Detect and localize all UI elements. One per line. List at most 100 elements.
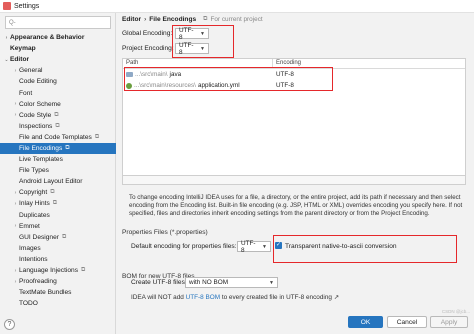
cancel-button[interactable]: Cancel [387, 316, 427, 328]
encoding-help-text: To change encoding IntelliJ IDEA uses fo… [129, 194, 463, 217]
breadcrumb: Editor › File Encodings ⧉ For current pr… [122, 16, 263, 23]
sidebar-item-label: General [19, 67, 43, 75]
help-icon[interactable]: ? [4, 319, 15, 330]
watermark: CSDN @jcb... [441, 309, 470, 314]
sidebar-item-todo[interactable]: TODO [0, 298, 116, 309]
sidebar-item-label: Language Injections [19, 267, 79, 275]
sidebar-item-label: Inspections [19, 122, 53, 130]
chevron-right-icon[interactable]: › [3, 35, 10, 41]
chevron-right-icon[interactable]: › [12, 190, 19, 196]
chevron-down-icon: ▼ [262, 243, 267, 250]
intellij-app-icon [3, 2, 11, 10]
sidebar-item-label: Code Editing [19, 78, 57, 86]
sidebar-item-android-layout-editor[interactable]: Android Layout Editor [0, 176, 116, 187]
chevron-right-icon[interactable]: › [12, 68, 19, 74]
sidebar-item-intentions[interactable]: Intentions [0, 254, 116, 265]
sidebar-item-gui-designer[interactable]: GUI Designer ⧉ [0, 232, 116, 243]
create-utf8-label: Create UTF-8 files: [131, 279, 187, 286]
chevron-down-icon: ▼ [269, 279, 274, 286]
sidebar-item-label: Color Scheme [19, 100, 61, 108]
highlight-box [124, 67, 333, 91]
sidebar-item-inspections[interactable]: Inspections ⧉ [0, 121, 116, 132]
properties-section-title: Properties Files (*.properties) [122, 229, 208, 236]
breadcrumb-separator-icon: › [144, 16, 147, 23]
chevron-right-icon[interactable]: › [12, 279, 19, 285]
sidebar-item-label: Live Templates [19, 156, 63, 164]
sidebar-item-language-injections[interactable]: › Language Injections ⧉ [0, 265, 116, 276]
sidebar-item-label: File Types [19, 167, 49, 175]
sidebar-item-label: Inlay Hints [19, 200, 50, 208]
sidebar-item-textmate-bundles[interactable]: TextMate Bundles [0, 287, 116, 298]
sidebar-item-copyright[interactable]: › Copyright ⧉ [0, 187, 116, 198]
sidebar-item-font[interactable]: Font [0, 87, 116, 98]
sidebar-item-label: Copyright [19, 189, 48, 197]
chevron-right-icon[interactable]: › [12, 201, 19, 207]
sidebar-item-label: GUI Designer [19, 233, 59, 241]
sidebar-item-label: Font [19, 89, 33, 97]
sidebar-item-label: Editor [10, 56, 30, 64]
sidebar-item-color-scheme[interactable]: › Color Scheme [0, 99, 116, 110]
sidebar-item-code-editing[interactable]: Code Editing [0, 76, 116, 87]
chevron-right-icon[interactable]: › [12, 101, 19, 107]
settings-sidebar: Q- › Appearance & Behavior Keymap ⌄ Editor › G… [0, 13, 116, 334]
title-bar: Settings [0, 0, 474, 13]
project-scope-icon: ⧉ [94, 133, 100, 140]
sidebar-item-label: TODO [19, 300, 38, 308]
sidebar-item-editor[interactable]: ⌄ Editor [0, 54, 116, 65]
global-encoding-label: Global Encoding: [122, 30, 173, 37]
properties-encoding-select[interactable]: UTF-8 ▼ [237, 240, 271, 254]
chevron-right-icon[interactable]: › [12, 223, 19, 229]
sidebar-item-file-types[interactable]: File Types [0, 165, 116, 176]
sidebar-item-label: Intentions [19, 255, 48, 263]
sidebar-item-label: Android Layout Editor [19, 178, 83, 186]
project-scope-icon: ⧉ [50, 189, 55, 196]
sidebar-item-keymap[interactable]: Keymap [0, 43, 116, 54]
sidebar-item-file-and-code-templates[interactable]: File and Code Templates ⧉ [0, 132, 116, 143]
apply-button[interactable]: Apply [430, 316, 468, 328]
sidebar-item-general[interactable]: › General [0, 65, 116, 76]
sidebar-item-label: Keymap [10, 45, 36, 53]
sidebar-item-file-encodings[interactable]: File Encodings ⧉ [0, 142, 116, 155]
highlight-box [172, 25, 234, 58]
sidebar-item-proofreading[interactable]: › Proofreading [0, 276, 116, 287]
sidebar-item-appearance-behavior[interactable]: › Appearance & Behavior [0, 32, 116, 43]
window-title: Settings [14, 2, 40, 10]
project-scope-icon: ⧉ [61, 233, 67, 240]
sidebar-item-emmet[interactable]: › Emmet [0, 221, 116, 232]
scope-text: For current project [210, 16, 263, 23]
bom-note: IDEA will NOT add UTF-8 BOM to every cre… [131, 293, 339, 301]
sidebar-item-label: TextMate Bundles [19, 289, 72, 297]
project-scope-icon: ⧉ [55, 122, 60, 129]
project-scope-icon: ⧉ [203, 16, 208, 22]
external-link-icon: ↗ [333, 294, 340, 301]
default-properties-encoding-label: Default encoding for properties files: [131, 243, 237, 250]
breadcrumb-current: File Encodings [149, 16, 197, 23]
sidebar-item-label: Emmet [19, 222, 40, 230]
chevron-right-icon[interactable]: › [12, 112, 19, 118]
bom-note-prefix: IDEA will NOT add [131, 294, 184, 301]
sidebar-item-label: File Encodings [19, 144, 63, 152]
sidebar-item-label: Code Style [19, 111, 52, 119]
breadcrumb-parent: Editor [122, 16, 142, 23]
sidebar-item-images[interactable]: Images [0, 243, 116, 254]
chevron-right-icon[interactable]: › [12, 268, 19, 274]
sidebar-item-duplicates[interactable]: Duplicates [0, 210, 116, 221]
sidebar-item-label: Duplicates [19, 211, 50, 219]
ok-button[interactable]: OK [348, 316, 383, 328]
project-scope-icon: ⧉ [52, 200, 58, 207]
sidebar-item-live-templates[interactable]: Live Templates [0, 154, 116, 165]
settings-tree: › Appearance & Behavior Keymap ⌄ Editor › Gene… [0, 32, 116, 309]
utf8-bom-link[interactable]: UTF-8 BOM [186, 294, 220, 301]
sidebar-item-inlay-hints[interactable]: › Inlay Hints ⧉ [0, 198, 116, 209]
project-scope-icon: ⧉ [65, 144, 70, 151]
bom-value: with NO BOM [189, 279, 229, 286]
settings-search-input[interactable]: Q- [5, 16, 111, 29]
sidebar-item-code-style[interactable]: › Code Style ⧉ [0, 110, 116, 121]
chevron-down-icon[interactable]: ⌄ [3, 57, 10, 63]
project-scope-icon: ⧉ [81, 267, 86, 274]
project-encoding-label: Project Encoding: [122, 45, 174, 52]
table-toolbar [122, 176, 466, 185]
sidebar-item-label: File and Code Templates [19, 133, 92, 141]
bom-select[interactable]: with NO BOM ▼ [185, 277, 278, 288]
sidebar-item-label: Appearance & Behavior [10, 34, 85, 42]
